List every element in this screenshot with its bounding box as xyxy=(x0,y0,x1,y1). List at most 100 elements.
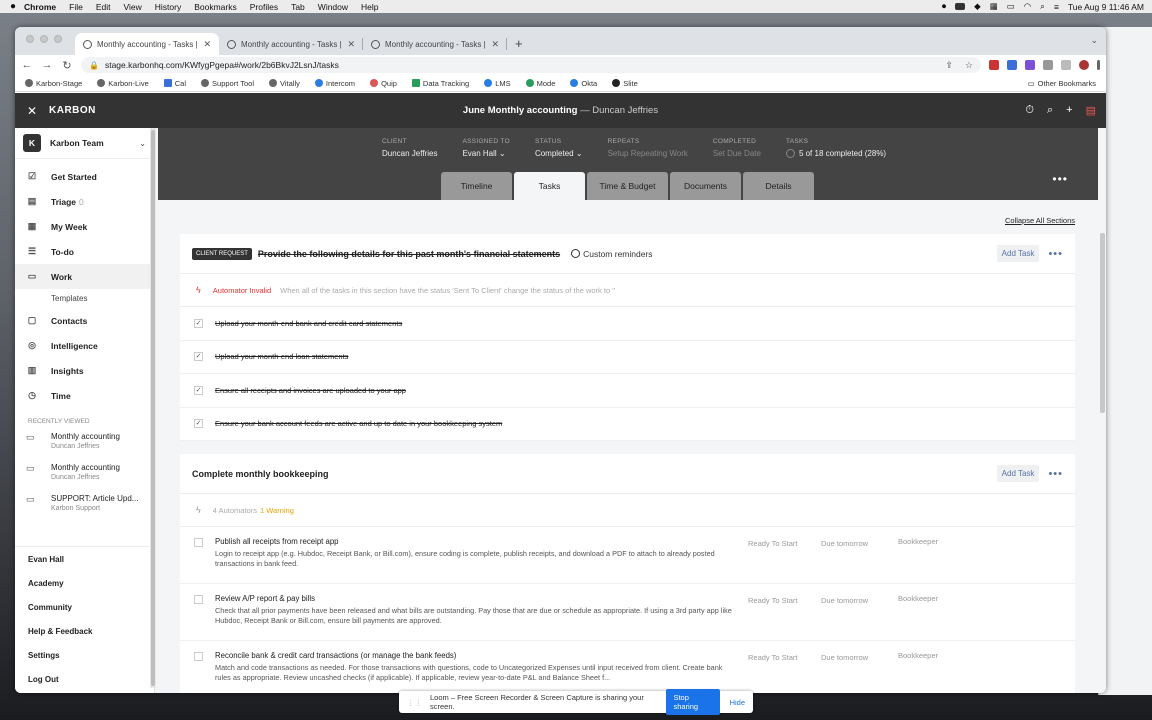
checklist-item[interactable]: ✓ Ensure your bank account feeds are acti… xyxy=(180,408,1075,441)
menu-view[interactable]: View xyxy=(123,2,141,12)
minimize-window-icon[interactable] xyxy=(40,35,48,43)
bookmark-data-tracking[interactable]: Data Tracking xyxy=(411,79,469,88)
section-more-icon[interactable]: ••• xyxy=(1048,248,1063,260)
browser-tab-3[interactable]: Monthly accounting - Tasks | K ✕ xyxy=(363,33,507,55)
back-icon[interactable]: ← xyxy=(21,59,33,71)
sidebar-item-contacts[interactable]: ▢ Contacts xyxy=(15,308,154,333)
task-row[interactable]: Publish all receipts from receipt app Log… xyxy=(180,527,1075,584)
close-window-icon[interactable] xyxy=(26,35,34,43)
bookmark-karbon-live[interactable]: Karbon-Live xyxy=(97,79,149,88)
add-task-button[interactable]: Add Task xyxy=(996,465,1040,482)
more-icon[interactable] xyxy=(1097,60,1100,70)
checkbox-checked[interactable]: ✓ xyxy=(194,385,203,395)
task-due[interactable]: Due tomorrow xyxy=(821,596,868,605)
bookmark-intercom[interactable]: Intercom xyxy=(314,79,355,88)
dropbox-icon[interactable]: ◆ xyxy=(974,1,981,12)
checkbox-checked[interactable]: ✓ xyxy=(194,318,203,328)
meta-assigned-to[interactable]: ASSIGNED TO Evan Hall ⌄ xyxy=(462,138,510,158)
close-tab-icon[interactable]: ✕ xyxy=(347,39,355,50)
checkbox[interactable] xyxy=(194,538,203,547)
task-row[interactable]: Review A/P report & pay bills Check that … xyxy=(180,584,1075,641)
menu-file[interactable]: File xyxy=(69,2,83,12)
wifi-icon[interactable]: ◠ xyxy=(1024,1,1031,12)
task-due[interactable]: Due tomorrow xyxy=(821,653,868,662)
checklist-item[interactable]: ✓ Upload your month-end loan statements xyxy=(180,341,1075,374)
footer-academy[interactable]: Academy xyxy=(15,571,150,595)
menu-tab[interactable]: Tab xyxy=(291,2,305,12)
new-tab-icon[interactable]: + xyxy=(515,36,523,51)
drag-handle-icon[interactable]: ⋮⋮ xyxy=(407,698,422,707)
share-icon[interactable]: ⇪ xyxy=(945,60,953,71)
task-status[interactable]: Ready To Start xyxy=(748,539,797,548)
add-icon[interactable]: + xyxy=(1066,104,1072,117)
tab-documents[interactable]: Documents xyxy=(670,172,741,200)
footer-log-out[interactable]: Log Out xyxy=(15,667,150,691)
stop-sharing-button[interactable]: Stop sharing xyxy=(666,689,720,715)
close-icon[interactable]: ✕ xyxy=(15,104,49,118)
checkbox-checked[interactable]: ✓ xyxy=(194,352,203,362)
sidebar-item-work[interactable]: ▭ Work xyxy=(15,264,154,289)
menu-edit[interactable]: Edit xyxy=(96,2,111,12)
section-more-icon[interactable]: ••• xyxy=(1048,468,1063,480)
other-bookmarks[interactable]: ▭ Other Bookmarks xyxy=(1028,79,1096,88)
bookmark-cal[interactable]: Cal xyxy=(163,79,186,88)
sidebar-item-to-do[interactable]: ☰ To-do xyxy=(15,239,154,264)
recent-item[interactable]: ▭ Monthly accounting Duncan Jeffries xyxy=(15,429,154,460)
checklist-item[interactable]: ✓ Upload your month-end bank and credit c… xyxy=(180,307,1075,341)
battery-icon[interactable]: ▭ xyxy=(1007,1,1015,12)
main-scrollbar[interactable] xyxy=(1100,233,1105,413)
task-status[interactable]: Ready To Start xyxy=(748,596,797,605)
checkbox[interactable] xyxy=(194,652,203,661)
meta-client[interactable]: CLIENT Duncan Jeffries xyxy=(382,138,437,158)
task-assignee-role[interactable]: Bookkeeper xyxy=(898,537,938,546)
add-task-button[interactable]: Add Task xyxy=(996,245,1040,262)
mic-icon[interactable]: ⏺ xyxy=(942,1,946,12)
sidebar-item-get-started[interactable]: ☑ Get Started xyxy=(15,164,154,189)
more-options-icon[interactable]: ••• xyxy=(1052,172,1068,186)
close-tab-icon[interactable]: ✕ xyxy=(491,39,499,50)
footer-help[interactable]: Help & Feedback xyxy=(15,619,150,643)
task-assignee-role[interactable]: Bookkeeper xyxy=(898,651,938,660)
chevron-down-icon[interactable]: ⌄ xyxy=(1090,35,1098,46)
footer-community[interactable]: Community xyxy=(15,595,150,619)
browser-tab-1[interactable]: Monthly accounting - Tasks | K ✕ xyxy=(75,33,219,55)
footer-user[interactable]: Evan Hall xyxy=(15,547,150,571)
sidebar-item-templates[interactable]: Templates xyxy=(15,289,154,308)
collapse-all-link[interactable]: Collapse All Sections xyxy=(1005,216,1075,225)
sidebar-icon[interactable] xyxy=(1061,60,1071,70)
maximize-window-icon[interactable] xyxy=(54,35,62,43)
menu-window[interactable]: Window xyxy=(318,2,348,12)
search-icon[interactable]: ⌕ xyxy=(1047,104,1053,117)
profile-avatar-icon[interactable] xyxy=(1079,60,1089,70)
meta-status[interactable]: STATUS Completed ⌄ xyxy=(535,138,583,158)
extension-icon[interactable] xyxy=(1007,60,1017,70)
task-due[interactable]: Due tomorrow xyxy=(821,539,868,548)
extension-icon[interactable] xyxy=(1025,60,1035,70)
menu-history[interactable]: History xyxy=(155,2,181,12)
footer-settings[interactable]: Settings xyxy=(15,643,150,667)
meta-completed[interactable]: COMPLETED Set Due Date xyxy=(713,138,761,158)
menu-app[interactable]: Chrome xyxy=(24,2,56,12)
hide-button[interactable]: Hide xyxy=(730,698,745,707)
tab-details[interactable]: Details xyxy=(743,172,814,200)
reload-icon[interactable]: ↻ xyxy=(61,59,73,72)
close-tab-icon[interactable]: ✕ xyxy=(203,39,211,50)
recent-item[interactable]: ▭ SUPPORT: Article Upd... Karbon Support xyxy=(15,491,154,522)
control-center-icon[interactable]: ≡ xyxy=(1054,2,1059,12)
bookmark-lms[interactable]: LMS xyxy=(484,79,511,88)
browser-tab-2[interactable]: Monthly accounting - Tasks | K ✕ xyxy=(219,33,363,55)
custom-reminders[interactable]: Custom reminders xyxy=(571,249,653,259)
sidebar-item-my-week[interactable]: ▦ My Week xyxy=(15,214,154,239)
url-input[interactable]: 🔒 stage.karbonhq.com/KWfygPgepa#/work/2b… xyxy=(81,57,981,73)
sidebar-item-intelligence[interactable]: ◎ Intelligence xyxy=(15,333,154,358)
apple-icon[interactable]: ● xyxy=(10,1,24,12)
lock-icon[interactable]: 🔒 xyxy=(89,61,99,70)
tab-time-budget[interactable]: Time & Budget xyxy=(587,172,668,200)
menu-help[interactable]: Help xyxy=(361,2,378,12)
task-status[interactable]: Ready To Start xyxy=(748,653,797,662)
automator-row[interactable]: ϟ Automator Invalid When all of the task… xyxy=(180,274,1075,307)
section-title[interactable]: Complete monthly bookkeeping xyxy=(192,469,329,479)
search-icon[interactable]: ⌕ xyxy=(1040,1,1045,12)
sidebar-item-time[interactable]: ◷ Time xyxy=(15,383,154,408)
bookmark-vitally[interactable]: Vitally xyxy=(269,79,300,88)
